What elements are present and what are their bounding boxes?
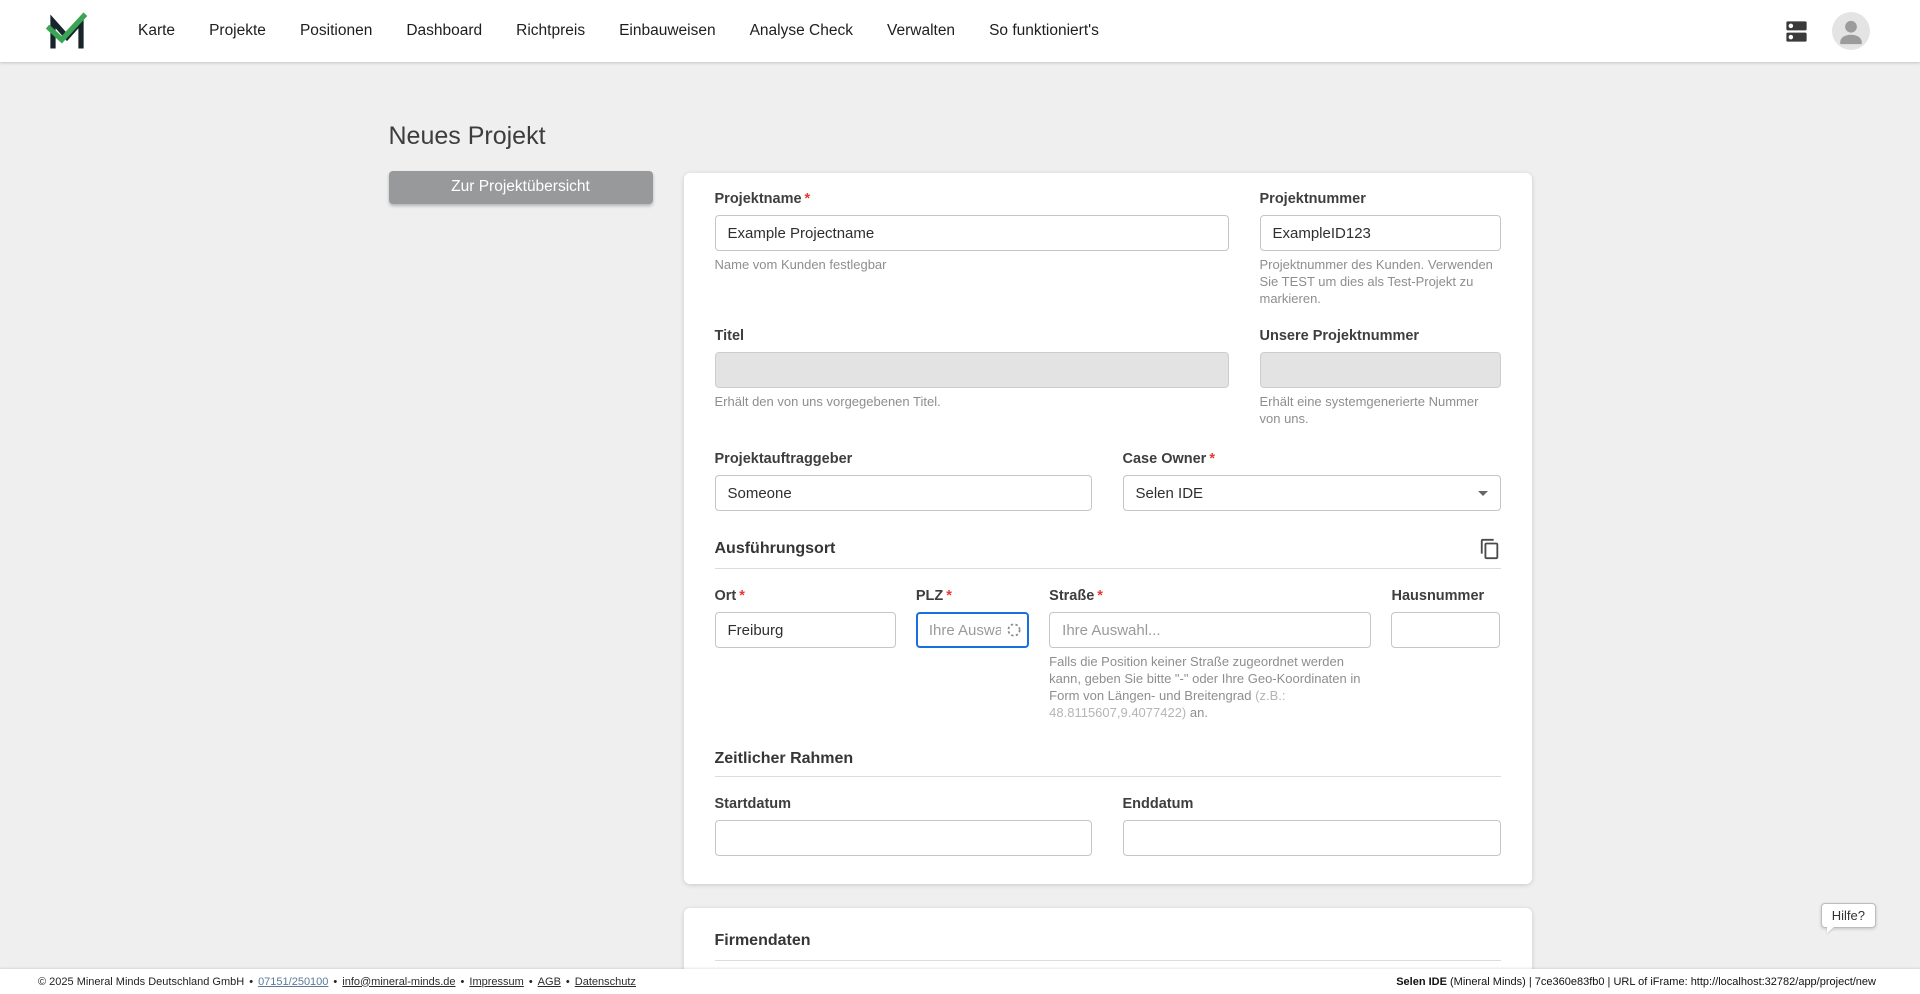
field-case-owner: Case Owner * Selen IDE bbox=[1122, 451, 1501, 512]
chevron-down-icon bbox=[1477, 490, 1488, 496]
footer-impressum-link[interactable]: Impressum bbox=[469, 976, 523, 988]
projektname-input[interactable] bbox=[714, 215, 1229, 251]
section-title-zeitlicher-rahmen: Zeitlicher Rahmen bbox=[714, 750, 854, 768]
strasse-label: Straße * bbox=[1049, 588, 1103, 605]
required-marker: * bbox=[946, 588, 952, 605]
footer-separator: • bbox=[333, 975, 338, 988]
unsere-projektnummer-label: Unsere Projektnummer bbox=[1259, 327, 1420, 344]
help-button[interactable]: Hilfe? bbox=[1820, 903, 1876, 928]
titel-input bbox=[714, 351, 1229, 388]
case-owner-select[interactable]: Selen IDE bbox=[1122, 475, 1501, 512]
footer-user-name: Selen IDE bbox=[1396, 975, 1447, 988]
loading-spinner-icon bbox=[1007, 623, 1021, 637]
footer-separator: • bbox=[460, 975, 465, 988]
server-button[interactable] bbox=[1783, 18, 1810, 45]
projektnummer-label: Projektnummer bbox=[1259, 191, 1366, 207]
nav-item-richtpreis[interactable]: Richtpreis bbox=[516, 22, 585, 40]
unsere-projektnummer-input bbox=[1259, 351, 1501, 388]
footer: © 2025 Mineral Minds Deutschland GmbH • … bbox=[0, 969, 1920, 994]
nav-item-projekte[interactable]: Projekte bbox=[209, 22, 266, 40]
field-startdatum: Startdatum bbox=[714, 796, 1092, 857]
footer-separator: • bbox=[528, 975, 533, 988]
mineral-minds-logo[interactable] bbox=[45, 10, 88, 52]
top-navbar: Karte Projekte Positionen Dashboard Rich… bbox=[0, 0, 1920, 62]
projektname-hint: Name vom Kunden festlegbar bbox=[714, 257, 887, 272]
required-marker: * bbox=[1097, 588, 1103, 605]
footer-separator: • bbox=[249, 975, 254, 988]
firmendaten-card: Firmendaten bbox=[683, 908, 1532, 969]
ort-label: Ort * bbox=[714, 588, 745, 605]
ort-input[interactable] bbox=[714, 612, 896, 649]
projektname-label: Projektname * bbox=[714, 191, 811, 207]
footer-phone-link[interactable]: 07151/250100 bbox=[258, 976, 328, 988]
main-content-area: Neues Projekt Zur Projektübersicht Proje… bbox=[0, 62, 1920, 969]
strasse-hint: Falls die Position keiner Straße zugeord… bbox=[1049, 654, 1361, 721]
copy-location-button[interactable] bbox=[1479, 538, 1501, 560]
case-owner-selected-value: Selen IDE bbox=[1135, 484, 1204, 502]
required-marker: * bbox=[1209, 451, 1215, 468]
field-strasse: Straße* Falls die Position keiner Straße… bbox=[1049, 588, 1372, 722]
navbar-right-actions bbox=[1783, 12, 1870, 50]
page-title: Neues Projekt bbox=[388, 122, 546, 150]
section-title-ausfuehrungsort: Ausführungsort bbox=[714, 540, 836, 558]
case-owner-label: Case Owner * bbox=[1122, 451, 1215, 468]
footer-left: © 2025 Mineral Minds Deutschland GmbH • … bbox=[38, 976, 636, 988]
copy-icon bbox=[1480, 539, 1498, 560]
projektauftraggeber-label: Projektauftraggeber bbox=[714, 451, 853, 468]
projektnummer-hint: Projektnummer des Kunden. Verwenden Sie … bbox=[1259, 257, 1493, 306]
field-projektnummer: Projektnummer Projektnummer des Kunden. … bbox=[1259, 191, 1501, 308]
required-marker: * bbox=[804, 191, 811, 207]
avatar-person-icon bbox=[1832, 12, 1870, 50]
form-column: Projektname* Name vom Kunden festlegbar … bbox=[683, 173, 1532, 969]
user-avatar[interactable] bbox=[1832, 12, 1870, 50]
footer-agb-link[interactable]: AGB bbox=[538, 976, 561, 988]
footer-session-info: Selen IDE (Mineral Minds) | 7ce360e83fb0… bbox=[1396, 976, 1876, 988]
footer-datenschutz-link[interactable]: Datenschutz bbox=[575, 976, 636, 988]
nav-item-einbauweisen[interactable]: Einbauweisen bbox=[619, 22, 716, 40]
section-divider bbox=[714, 776, 1501, 778]
footer-email-link[interactable]: info@mineral-minds.de bbox=[342, 976, 455, 988]
titel-label: Titel bbox=[714, 327, 745, 344]
unsere-projektnummer-hint: Erhält eine systemgenerierte Nummer von … bbox=[1259, 393, 1479, 426]
nav-item-dashboard[interactable]: Dashboard bbox=[406, 22, 482, 40]
back-to-projects-button[interactable]: Zur Projektübersicht bbox=[388, 170, 653, 204]
startdatum-input[interactable] bbox=[714, 820, 1092, 857]
logo-m-icon bbox=[45, 12, 88, 49]
nav-item-analyse-check[interactable]: Analyse Check bbox=[750, 22, 853, 40]
footer-copyright: © 2025 Mineral Minds Deutschland GmbH bbox=[38, 975, 245, 988]
field-projektauftraggeber: Projektauftraggeber bbox=[714, 451, 1092, 512]
field-hausnummer: Hausnummer bbox=[1391, 588, 1501, 722]
hausnummer-label: Hausnummer bbox=[1391, 588, 1485, 605]
titel-hint: Erhält den von uns vorgegebenen Titel. bbox=[714, 393, 941, 409]
enddatum-input[interactable] bbox=[1122, 820, 1501, 857]
plz-label: PLZ * bbox=[915, 588, 952, 605]
project-form-card: Projektname* Name vom Kunden festlegbar … bbox=[683, 173, 1532, 885]
server-icon bbox=[1786, 20, 1807, 42]
field-unsere-projektnummer: Unsere Projektnummer Erhält eine systemg… bbox=[1259, 327, 1501, 428]
nav-item-verwalten[interactable]: Verwalten bbox=[887, 22, 955, 40]
projektauftraggeber-input[interactable] bbox=[714, 475, 1092, 512]
field-ort: Ort * bbox=[714, 588, 896, 722]
strasse-input[interactable] bbox=[1049, 612, 1372, 649]
left-column: Neues Projekt Zur Projektübersicht bbox=[388, 122, 653, 969]
footer-session-text: (Mineral Minds) | 7ce360e83fb0 | URL of … bbox=[1446, 975, 1876, 988]
footer-separator: • bbox=[565, 975, 570, 988]
startdatum-label: Startdatum bbox=[714, 796, 792, 813]
field-enddatum: Enddatum bbox=[1122, 796, 1501, 857]
nav-item-so-funktionierts[interactable]: So funktioniert's bbox=[989, 22, 1099, 40]
projektnummer-input[interactable] bbox=[1259, 215, 1501, 251]
nav-item-karte[interactable]: Karte bbox=[138, 22, 175, 40]
main-navigation: Karte Projekte Positionen Dashboard Rich… bbox=[138, 22, 1099, 40]
nav-item-positionen[interactable]: Positionen bbox=[300, 22, 372, 40]
section-divider bbox=[714, 960, 1501, 962]
section-divider bbox=[714, 568, 1501, 570]
field-titel: Titel Erhält den von uns vorgegebenen Ti… bbox=[714, 327, 1229, 428]
hausnummer-input[interactable] bbox=[1391, 612, 1501, 649]
field-plz: PLZ * bbox=[915, 588, 1029, 722]
enddatum-label: Enddatum bbox=[1122, 796, 1194, 813]
field-projektname: Projektname* Name vom Kunden festlegbar bbox=[714, 191, 1229, 308]
required-marker: * bbox=[739, 588, 745, 605]
section-title-firmendaten: Firmendaten bbox=[714, 932, 811, 950]
